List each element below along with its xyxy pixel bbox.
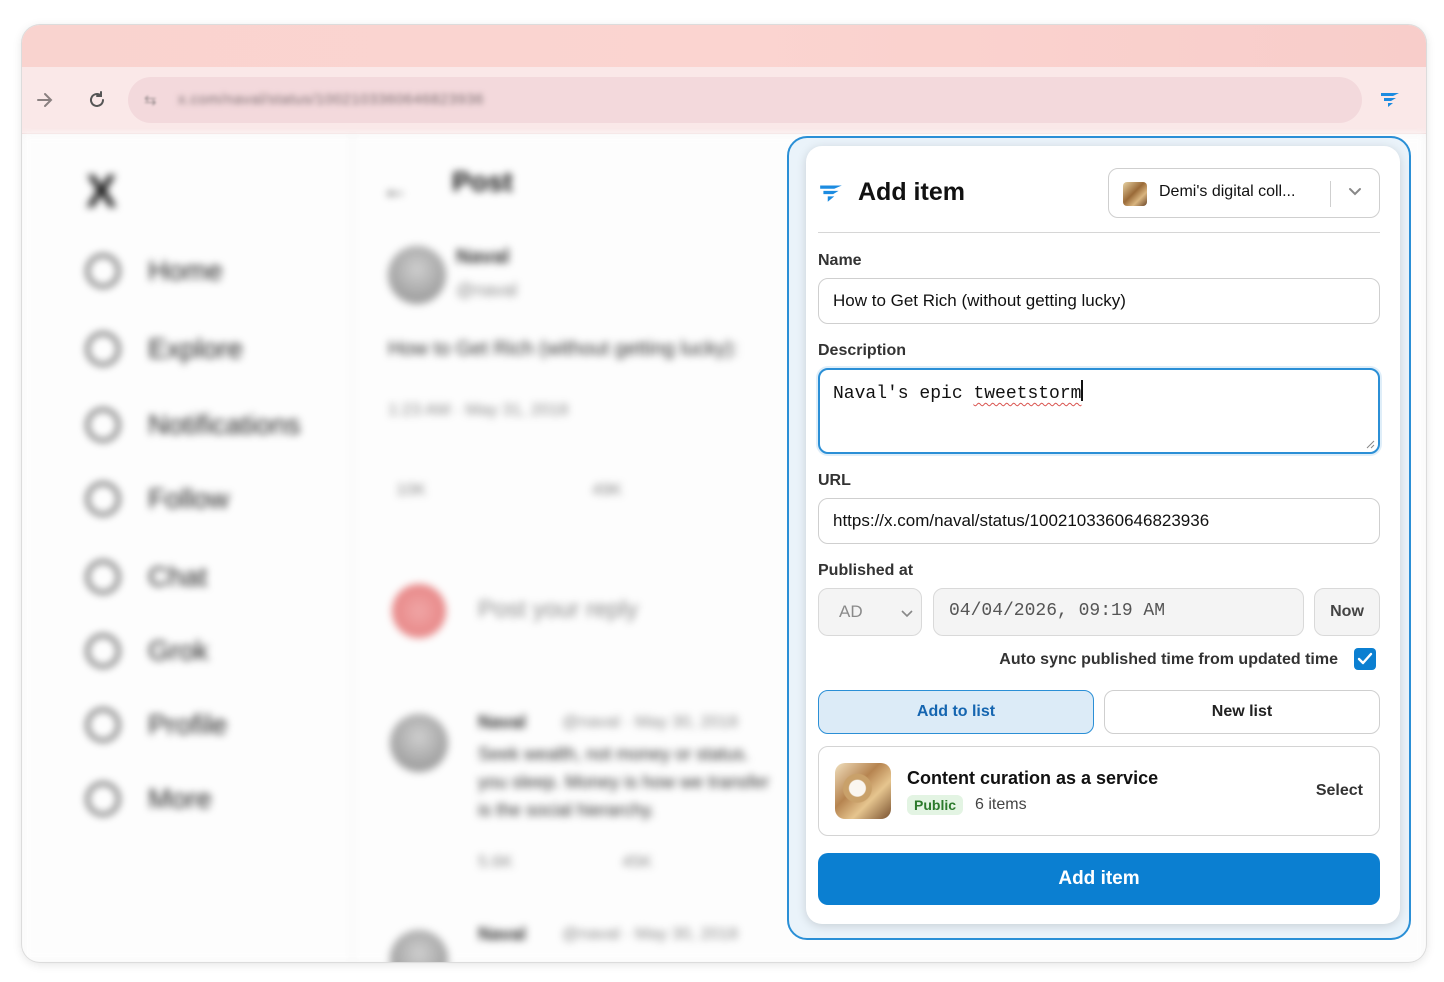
x-logo-icon: X [86, 165, 117, 217]
reply-count[interactable]: 5.6K [478, 852, 513, 872]
avatar[interactable] [388, 246, 446, 304]
published-datetime-input[interactable]: 04/04/2026, 09:19 AM [933, 588, 1304, 636]
list-item[interactable]: Content curation as a service Public 6 i… [818, 746, 1380, 836]
text-caret [1081, 380, 1083, 401]
nav-label: Grok [148, 635, 209, 666]
extension-icon[interactable] [1378, 87, 1406, 115]
add-to-list-button[interactable]: Add to list [818, 690, 1094, 734]
nav-home[interactable]: Home [86, 254, 223, 288]
published-label: Published at [818, 562, 914, 579]
avatar[interactable] [390, 930, 448, 962]
collection-select[interactable]: Demi's digital coll... [1108, 168, 1380, 218]
tab-strip [22, 25, 1426, 67]
url-label: URL [818, 472, 851, 489]
description-text: Naval's epic [833, 384, 974, 404]
name-input[interactable] [818, 278, 1380, 324]
home-icon [86, 254, 120, 288]
back-arrow-icon[interactable]: ← [382, 174, 408, 205]
nav-label: Explore [148, 333, 243, 364]
author-name: Naval [456, 246, 510, 268]
misspelled-word: tweetstorm [973, 384, 1082, 404]
repost-count[interactable]: 49K [592, 480, 622, 500]
nav-follow[interactable]: Follow [86, 482, 229, 516]
era-select[interactable]: AD [818, 588, 922, 636]
nav-label: Chat [148, 561, 208, 592]
autosync-checkbox[interactable] [1354, 648, 1376, 670]
nav-label: Notifications [148, 409, 301, 440]
add-item-popup: Add item Demi's digital coll... Name Des… [806, 146, 1400, 924]
reply-author: Naval [478, 924, 527, 944]
checkmark-icon [1357, 652, 1373, 665]
popup-header: Add item Demi's digital coll... [818, 168, 1380, 233]
grok-icon [86, 634, 120, 668]
nav-grok[interactable]: Grok [86, 634, 209, 668]
description-textarea[interactable]: Naval's epic tweetstorm [818, 368, 1380, 454]
avatar[interactable] [390, 714, 448, 772]
nav-label: Follow [148, 483, 229, 514]
chevron-down-icon [901, 610, 913, 618]
list-thumbnail [835, 763, 891, 819]
add-item-button[interactable]: Add item [818, 853, 1380, 905]
now-button[interactable]: Now [1314, 588, 1380, 636]
chat-icon [86, 560, 120, 594]
site-info-icon[interactable]: ⇆ [144, 91, 162, 109]
nav-label: More [148, 783, 212, 814]
reply-input[interactable]: Post your reply [478, 596, 638, 624]
chevron-down-icon[interactable] [1345, 181, 1365, 201]
visibility-badge: Public [907, 795, 964, 815]
app-logo-icon [818, 179, 844, 205]
autosync-label: Auto sync published time from updated ti… [999, 651, 1338, 668]
forward-arrow-icon[interactable] [30, 85, 60, 115]
resize-grip-icon[interactable] [1365, 439, 1375, 449]
avatar [392, 584, 446, 638]
address-bar[interactable]: ⇆ x.com/naval/status/1002103360646823936 [128, 77, 1362, 123]
reload-icon[interactable] [82, 85, 112, 115]
bell-icon [86, 408, 120, 442]
url-input[interactable] [818, 498, 1380, 544]
reply-line: you sleep. Money is how we transfer [478, 772, 770, 792]
search-icon [86, 332, 120, 366]
more-icon [86, 782, 120, 816]
browser-toolbar: ⇆ x.com/naval/status/1002103360646823936 [22, 67, 1426, 134]
reply-author: Naval [478, 712, 527, 732]
reply-meta: @naval · May 30, 2018 [562, 712, 739, 731]
collection-name: Demi's digital coll... [1159, 183, 1296, 200]
popup-title: Add item [858, 178, 965, 206]
select-list-button[interactable]: Select [1316, 782, 1363, 800]
repost-count[interactable]: 45K [622, 852, 652, 872]
reply-line: is the social hierarchy. [478, 800, 655, 820]
era-value: AD [839, 602, 863, 621]
nav-notifications[interactable]: Notifications [86, 408, 301, 442]
nav-more[interactable]: More [86, 782, 212, 816]
reply-meta: @naval · May 30, 2018 [562, 924, 739, 943]
author-handle: @naval [456, 280, 518, 300]
nav-profile[interactable]: Profile [86, 708, 227, 742]
profile-icon [86, 708, 120, 742]
nav-label: Profile [148, 709, 228, 740]
select-separator [1330, 181, 1331, 207]
new-list-button[interactable]: New list [1104, 690, 1380, 734]
list-name: Content curation as a service [907, 768, 1159, 788]
post-time: 1:23 AM · May 31, 2018 [388, 400, 569, 419]
post-header: Post [452, 166, 513, 197]
post-text: How to Get Rich (without getting lucky): [388, 338, 739, 360]
address-url: x.com/naval/status/1002103360646823936 [178, 91, 484, 108]
reply-count[interactable]: 10K [396, 480, 426, 500]
follow-icon [86, 482, 120, 516]
column-divider [352, 134, 353, 962]
list-item-count: 6 items [975, 796, 1027, 813]
reply-line: Seek wealth, not money or status. [478, 744, 750, 764]
nav-label: Home [148, 255, 223, 286]
description-label: Description [818, 342, 907, 359]
nav-explore[interactable]: Explore [86, 332, 243, 366]
nav-chat[interactable]: Chat [86, 560, 207, 594]
collection-thumbnail [1123, 182, 1147, 206]
name-label: Name [818, 252, 862, 269]
